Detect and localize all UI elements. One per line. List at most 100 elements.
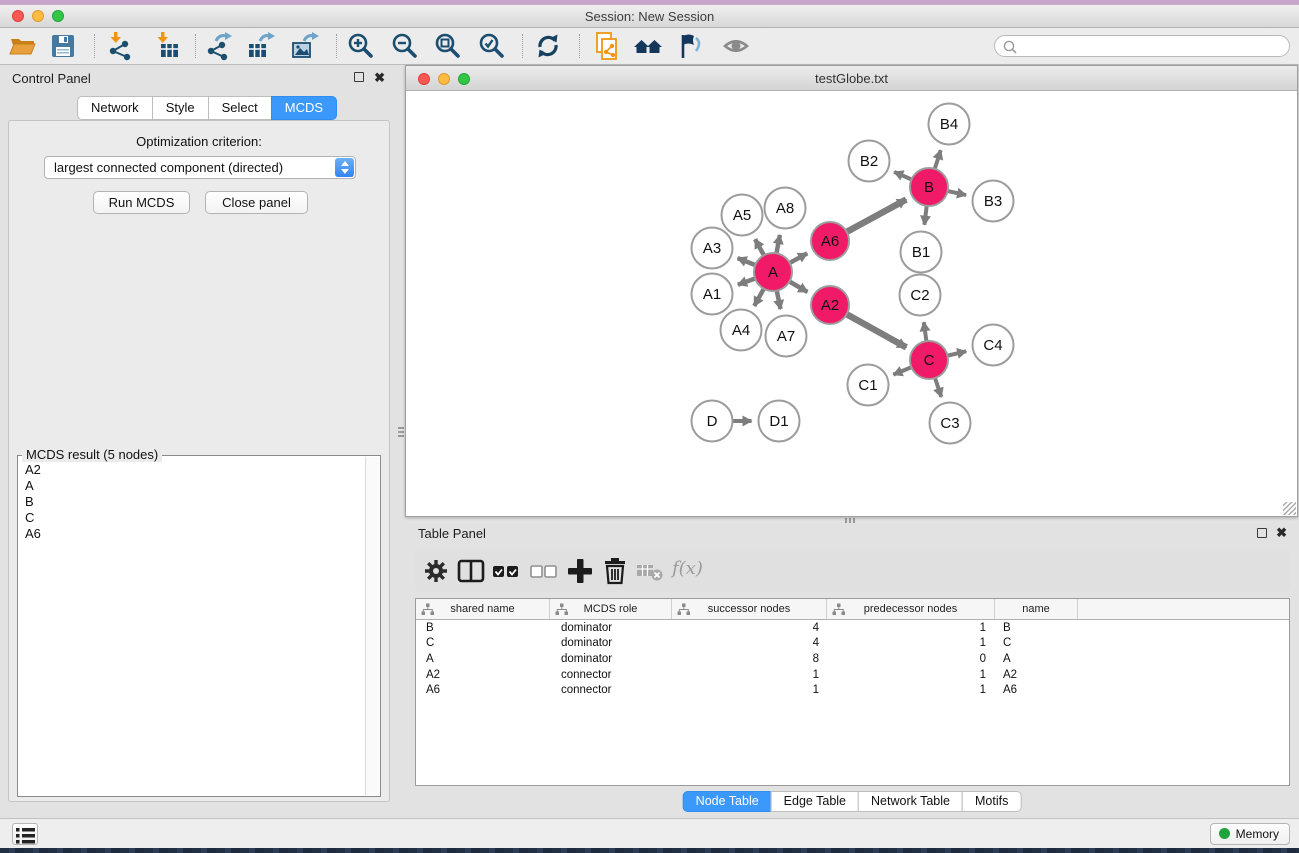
table-tab-node-table[interactable]: Node Table — [683, 791, 772, 812]
export-network-icon[interactable] — [203, 31, 233, 61]
delete-table-icon[interactable] — [635, 556, 665, 586]
control-panel-title: Control Panel — [12, 71, 91, 86]
mcds-result-item[interactable]: B — [19, 494, 364, 510]
deselect-all-checkboxes-icon[interactable] — [529, 556, 559, 586]
table-cell: C — [416, 637, 550, 649]
graph-node-A[interactable]: A — [754, 253, 792, 291]
mcds-result-title: MCDS result (5 nodes) — [22, 447, 162, 462]
table-cell: C — [995, 637, 1078, 649]
graph-node-D[interactable]: D — [692, 401, 733, 442]
graph-node-A7[interactable]: A7 — [766, 316, 807, 357]
svg-text:C2: C2 — [910, 287, 929, 304]
table-toolbar: f(x) — [415, 550, 1290, 592]
graph-node-B2[interactable]: B2 — [849, 141, 890, 182]
network-canvas[interactable]: A A1 A2 A3 A4 A5 A6 A7 A8 B B1 B2 B3B4 C C1 C2 C3 C4 D D1 — [406, 92, 1297, 516]
svg-text:A6: A6 — [821, 233, 839, 250]
tab-style[interactable]: Style — [152, 96, 209, 120]
table-row[interactable]: A6connector11A6 — [416, 682, 1289, 698]
open-session-icon[interactable] — [8, 31, 38, 61]
graph-node-A3[interactable]: A3 — [692, 228, 733, 269]
settings-gear-icon[interactable] — [421, 556, 451, 586]
table-row[interactable]: Adominator80A — [416, 651, 1289, 667]
graph-node-C[interactable]: C — [910, 341, 948, 379]
close-panel-button[interactable]: ✖ — [374, 72, 385, 83]
horizontal-split-divider[interactable] — [843, 518, 857, 523]
column-header-successor-nodes[interactable]: successor nodes — [672, 599, 827, 619]
export-table-icon[interactable] — [246, 31, 276, 61]
table-cell: A — [995, 653, 1078, 665]
graph-node-C4[interactable]: C4 — [973, 325, 1014, 366]
column-header-MCDS-role[interactable]: MCDS role — [550, 599, 672, 619]
graph-node-B4[interactable]: B4 — [929, 104, 970, 145]
tab-mcds[interactable]: MCDS — [271, 96, 337, 120]
column-header-name[interactable]: name — [995, 599, 1078, 619]
select-all-checkboxes-icon[interactable] — [491, 556, 521, 586]
control-panel-tabs: NetworkStyleSelectMCDS — [77, 96, 337, 120]
close-panel-action-button[interactable]: Close panel — [205, 191, 308, 214]
mcds-result-item[interactable]: A — [19, 478, 364, 494]
show-eye-icon[interactable] — [721, 31, 751, 61]
svg-text:B2: B2 — [860, 153, 878, 170]
graph-node-C1[interactable]: C1 — [848, 365, 889, 406]
mcds-result-item[interactable]: C — [19, 510, 364, 526]
run-mcds-button[interactable]: Run MCDS — [93, 191, 190, 214]
table-cell: dominator — [550, 637, 672, 649]
window-resize-grip[interactable] — [1283, 502, 1296, 515]
clone-network-icon[interactable] — [592, 31, 622, 61]
export-image-icon[interactable] — [290, 31, 320, 61]
zoom-out-icon[interactable] — [390, 31, 420, 61]
import-network-icon[interactable] — [105, 31, 135, 61]
column-header-predecessor-nodes[interactable]: predecessor nodes — [827, 599, 995, 619]
tab-select[interactable]: Select — [208, 96, 272, 120]
zoom-in-icon[interactable] — [346, 31, 376, 61]
table-row[interactable]: Bdominator41B — [416, 620, 1289, 636]
home-icon[interactable] — [633, 31, 663, 61]
import-table-icon[interactable] — [152, 31, 182, 61]
refresh-icon[interactable] — [533, 31, 563, 61]
criterion-dropdown[interactable]: largest connected component (directed) — [44, 156, 356, 179]
table-float-button[interactable] — [1257, 528, 1267, 538]
table-close-button[interactable]: ✖ — [1276, 527, 1287, 538]
tab-network[interactable]: Network — [77, 96, 153, 120]
network-view-window: testGlobe.txt AA1A2A3A4A5A6A7A8BB1B2B3B4… — [405, 65, 1298, 517]
table-row[interactable]: A2connector11A2 — [416, 667, 1289, 683]
graph-node-B3[interactable]: B3 — [973, 181, 1014, 222]
graph-node-C3[interactable]: C3 — [930, 403, 971, 444]
memory-button[interactable]: Memory — [1210, 823, 1290, 845]
hide-flag-icon[interactable] — [675, 31, 705, 61]
graph-node-A8[interactable]: A8 — [765, 188, 806, 229]
graph-node-A1[interactable]: A1 — [692, 274, 733, 315]
table-row[interactable]: Cdominator41C — [416, 636, 1289, 652]
graph-node-C2[interactable]: C2 — [900, 275, 941, 316]
table-cell: 0 — [827, 653, 995, 665]
svg-text:C3: C3 — [940, 415, 959, 432]
table-cell: B — [995, 622, 1078, 634]
task-history-button[interactable] — [12, 823, 38, 845]
graph-node-A4[interactable]: A4 — [721, 310, 762, 351]
memory-status-icon — [1219, 828, 1230, 839]
vertical-split-divider[interactable] — [398, 425, 404, 439]
table-cell: 4 — [672, 637, 827, 649]
zoom-selected-icon[interactable] — [477, 31, 507, 61]
graph-node-A5[interactable]: A5 — [722, 195, 763, 236]
graph-node-B1[interactable]: B1 — [901, 232, 942, 273]
mcds-result-item[interactable]: A2 — [19, 462, 364, 478]
delete-column-icon[interactable] — [600, 556, 630, 586]
table-tab-network-table[interactable]: Network Table — [858, 791, 963, 812]
float-panel-button[interactable] — [354, 72, 364, 82]
zoom-fit-icon[interactable] — [433, 31, 463, 61]
graph-node-D1[interactable]: D1 — [759, 401, 800, 442]
table-tab-motifs[interactable]: Motifs — [962, 791, 1021, 812]
column-header-shared-name[interactable]: shared name — [416, 599, 550, 619]
result-scrollbar[interactable] — [365, 457, 379, 795]
table-tab-edge-table[interactable]: Edge Table — [771, 791, 859, 812]
graph-node-B[interactable]: B — [910, 168, 948, 206]
search-field[interactable] — [994, 35, 1290, 57]
mcds-result-item[interactable]: A6 — [19, 526, 364, 542]
show-columns-icon[interactable] — [456, 556, 486, 586]
add-column-icon[interactable] — [565, 556, 595, 586]
graph-node-A6[interactable]: A6 — [811, 222, 849, 260]
graph-node-A2[interactable]: A2 — [811, 286, 849, 324]
search-input[interactable] — [1021, 37, 1281, 55]
save-session-icon[interactable] — [48, 31, 78, 61]
